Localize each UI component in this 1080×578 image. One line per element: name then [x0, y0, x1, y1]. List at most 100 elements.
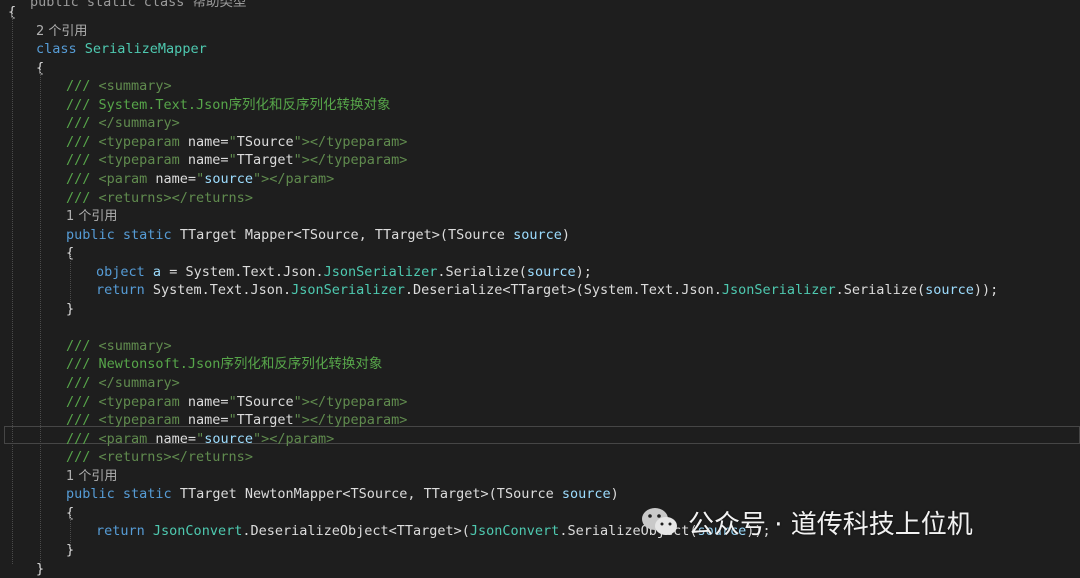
code-token: " — [229, 412, 237, 428]
watermark-text: 公众号 · 道传科技上位机 — [688, 504, 973, 541]
code-token: public — [66, 227, 115, 243]
code-token: <summary> — [99, 338, 172, 354]
code-token: .DeserializeObject<TTarget>( — [242, 523, 470, 539]
indent-guide — [70, 255, 71, 302]
code-line[interactable]: /// <typeparam name="TTarget"></typepara… — [66, 151, 407, 170]
code-token: 1 个引用 — [66, 469, 117, 484]
code-token: " — [253, 431, 261, 447]
code-token: /// — [66, 449, 99, 465]
code-token: " — [196, 171, 204, 187]
code-token: TTarget Mapper<TSource, TTarget>(TSource — [172, 227, 513, 243]
code-token: )); — [974, 282, 998, 298]
code-line[interactable]: 1 个引用 — [66, 467, 117, 486]
code-token: /// — [66, 171, 99, 187]
code-line[interactable]: public static TTarget NewtonMapper<TSour… — [66, 485, 619, 504]
code-token: name= — [188, 152, 229, 168]
code-token: ></typeparam> — [302, 394, 408, 410]
code-token: name= — [155, 171, 196, 187]
code-token: a — [153, 264, 161, 280]
code-token — [77, 41, 85, 57]
code-token: /// — [66, 375, 99, 391]
code-line[interactable]: /// Newtonsoft.Json序列化和反序列化转换对象 — [66, 355, 382, 374]
code-token: ></param> — [261, 431, 334, 447]
code-line[interactable]: /// <returns></returns> — [66, 448, 253, 467]
code-token: 1 个引用 — [66, 209, 117, 224]
code-token: <param — [99, 431, 156, 447]
code-token: /// — [66, 394, 99, 410]
code-token: ></typeparam> — [302, 134, 408, 150]
code-token: .Serialize( — [836, 282, 925, 298]
code-token: name= — [188, 394, 229, 410]
code-line[interactable]: /// <param name="source"></param> — [66, 430, 334, 449]
code-token: .Serialize( — [437, 264, 526, 280]
code-token: name= — [188, 134, 229, 150]
code-token: /// System.Text.Json序列化和反序列化转换对象 — [66, 97, 391, 113]
code-token: <typeparam — [99, 134, 188, 150]
code-token: </summary> — [99, 115, 180, 131]
code-token: /// — [66, 190, 99, 206]
code-token: object — [96, 264, 145, 280]
code-token: 2 个引用 — [36, 24, 87, 39]
code-line[interactable]: class SerializeMapper — [36, 40, 207, 59]
code-line[interactable]: object a = System.Text.Json.JsonSerializ… — [96, 263, 592, 282]
code-token: <summary> — [99, 78, 172, 94]
code-line[interactable]: 1 个引用 — [66, 207, 117, 226]
code-token: return — [96, 523, 145, 539]
code-token: source — [527, 264, 576, 280]
code-token: public — [66, 486, 115, 502]
code-token: static — [123, 227, 172, 243]
code-token: " — [229, 152, 237, 168]
code-token: " — [294, 412, 302, 428]
indent-guide — [40, 70, 41, 564]
code-token: TTarget NewtonMapper<TSource, TTarget>(T… — [172, 486, 562, 502]
code-token: /// — [66, 78, 99, 94]
code-line[interactable]: /// <summary> — [66, 337, 172, 356]
code-token: " — [294, 134, 302, 150]
code-token: ); — [576, 264, 592, 280]
code-line[interactable]: /// <returns></returns> — [66, 189, 253, 208]
code-line[interactable]: /// </summary> — [66, 374, 180, 393]
code-token: " — [196, 431, 204, 447]
code-token: source — [513, 227, 562, 243]
code-token: /// — [66, 134, 99, 150]
code-token: ></typeparam> — [302, 412, 408, 428]
code-token: SerializeMapper — [85, 41, 207, 57]
code-editor[interactable]: public static class 帮助类型 {2 个引用class Ser… — [0, 0, 1080, 564]
code-token: <returns></returns> — [99, 449, 253, 465]
code-token: TTarget — [237, 152, 294, 168]
code-token: <typeparam — [99, 152, 188, 168]
code-line[interactable]: 2 个引用 — [36, 22, 87, 41]
code-token: </summary> — [99, 375, 180, 391]
code-token: /// — [66, 412, 99, 428]
code-token — [145, 523, 153, 539]
code-line[interactable]: /// <summary> — [66, 77, 172, 96]
code-line[interactable]: /// <typeparam name="TSource"></typepara… — [66, 133, 407, 152]
code-token: } — [66, 301, 74, 317]
code-line[interactable]: /// <param name="source"></param> — [66, 170, 334, 189]
code-token: ) — [562, 227, 570, 243]
code-line[interactable]: /// System.Text.Json序列化和反序列化转换对象 — [66, 96, 391, 115]
code-token: source — [562, 486, 611, 502]
code-token: " — [294, 152, 302, 168]
code-token: " — [253, 171, 261, 187]
code-token: .Deserialize<TTarget>(System.Text.Json. — [405, 282, 722, 298]
code-line[interactable]: return System.Text.Json.JsonSerializer.D… — [96, 281, 998, 300]
code-token: System.Text.Json. — [145, 282, 291, 298]
code-line[interactable]: /// </summary> — [66, 114, 180, 133]
code-token: JsonSerializer — [324, 264, 438, 280]
code-line[interactable]: /// <typeparam name="TSource"></typepara… — [66, 393, 407, 412]
code-token: return — [96, 282, 145, 298]
code-line[interactable]: } — [66, 300, 74, 319]
code-token: TTarget — [237, 412, 294, 428]
code-token: " — [229, 394, 237, 410]
code-token: source — [925, 282, 974, 298]
code-line[interactable]: public static TTarget Mapper<TSource, TT… — [66, 226, 570, 245]
code-token: JsonSerializer — [291, 282, 405, 298]
code-token: static — [123, 486, 172, 502]
code-token: name= — [155, 431, 196, 447]
code-token: TSource — [237, 134, 294, 150]
indent-guide — [12, 14, 13, 564]
code-token: <returns></returns> — [99, 190, 253, 206]
code-line[interactable]: /// <typeparam name="TTarget"></typepara… — [66, 411, 407, 430]
code-token — [115, 227, 123, 243]
